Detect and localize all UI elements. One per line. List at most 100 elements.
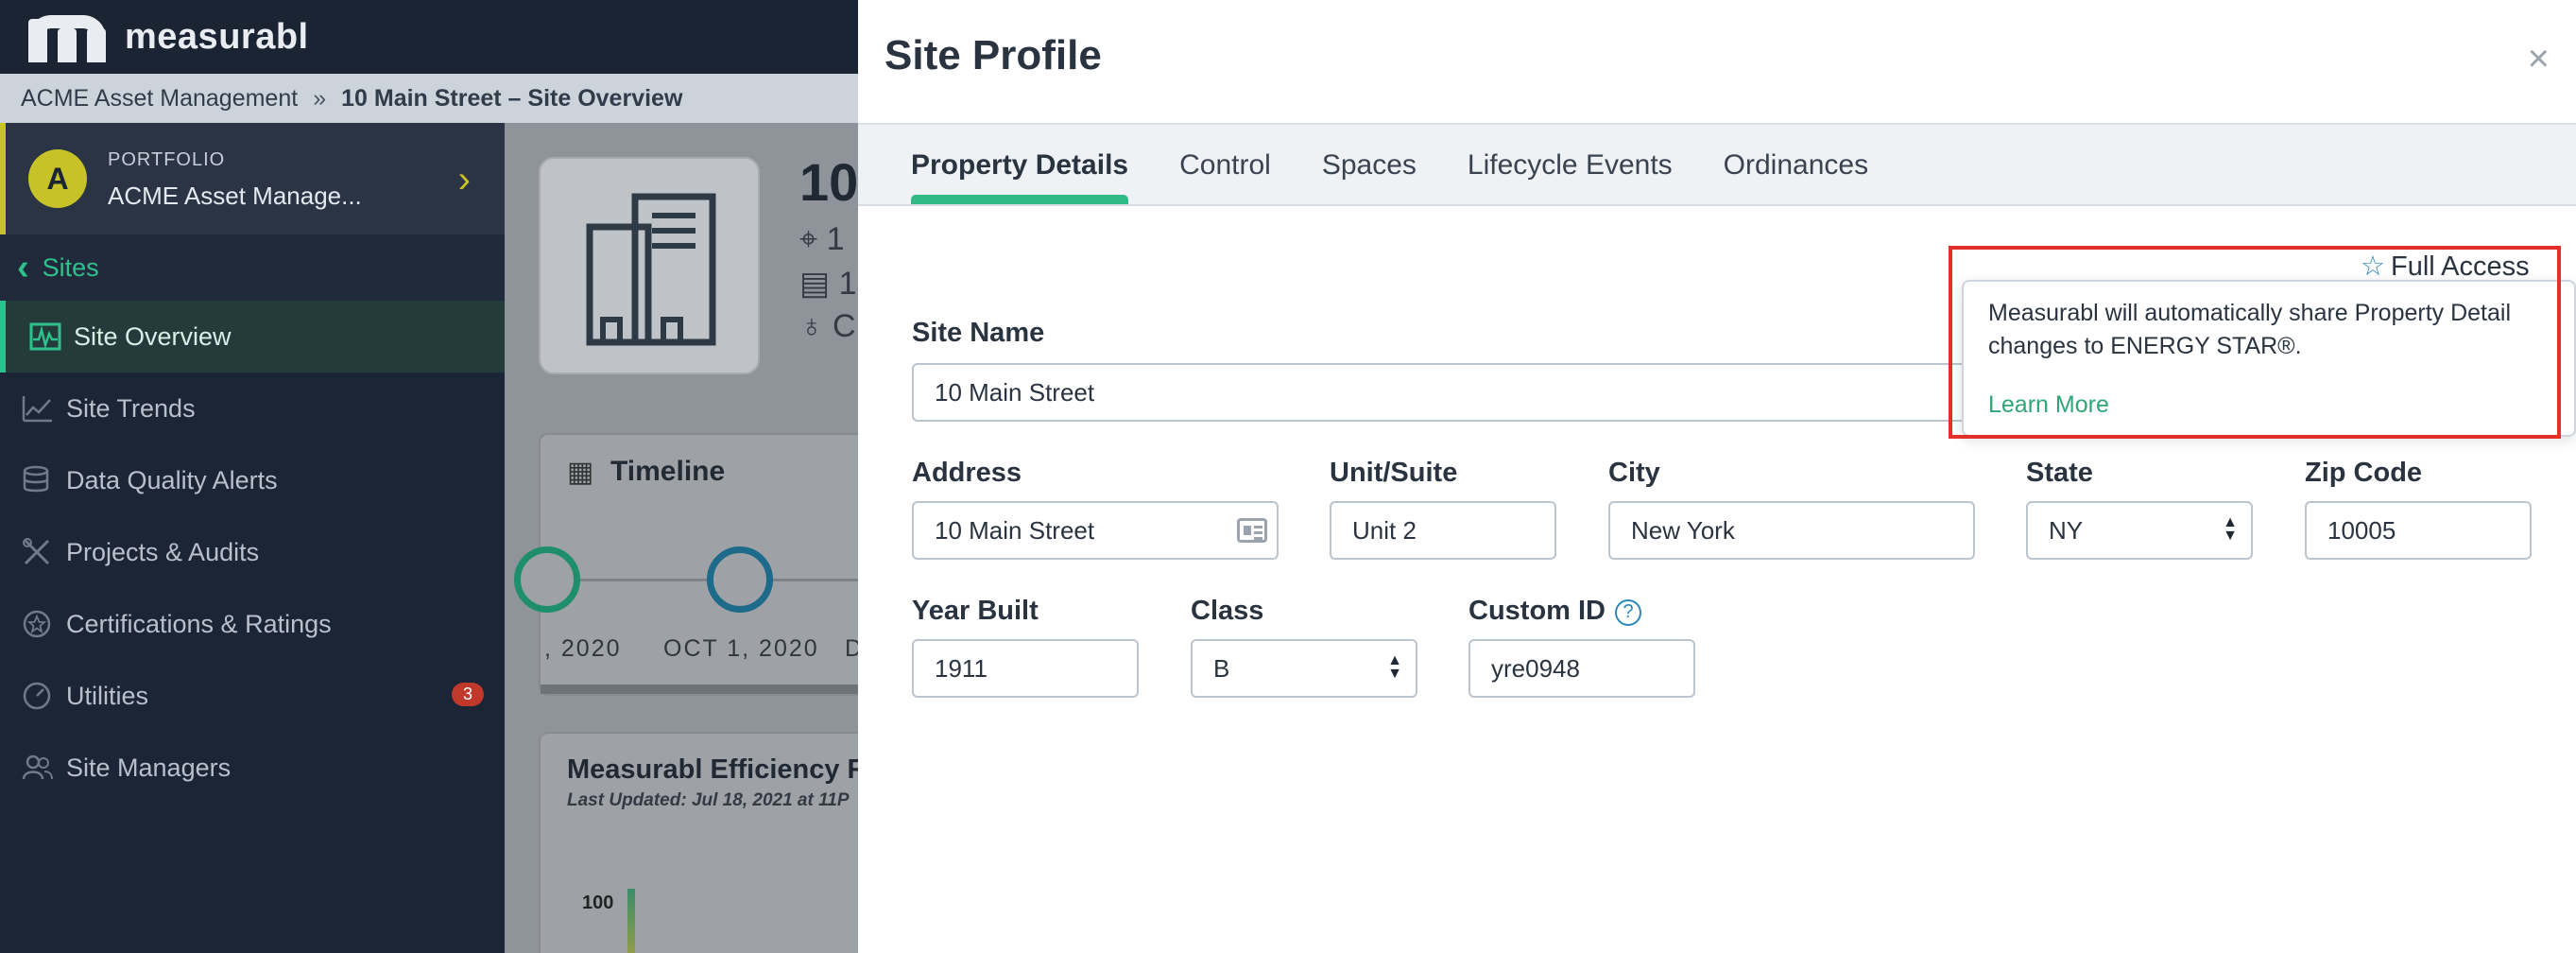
learn-more-link[interactable]: Learn More: [1988, 391, 2109, 419]
database-icon: [19, 463, 57, 497]
site-profile-modal: Site Profile × Property Details Control …: [858, 0, 2576, 953]
timeline-title: Timeline: [610, 456, 726, 487]
zip-code-field[interactable]: 10005: [2305, 501, 2532, 560]
portfolio-switcher[interactable]: A PORTFOLIO ACME Asset Manage... ›: [0, 123, 505, 234]
breadcrumb-current: 10 Main Street – Site Overview: [341, 84, 683, 112]
site-name-value: 10 Main Street: [935, 377, 1095, 407]
city-label: City: [1608, 458, 1660, 488]
year-built-value: 1911: [935, 653, 987, 683]
address-label: Address: [912, 458, 1022, 488]
breadcrumb-separator: »: [313, 84, 327, 112]
class-label: Class: [1191, 596, 1264, 626]
zip-code-label: Zip Code: [2305, 458, 2423, 488]
modal-header: Site Profile ×: [858, 0, 2576, 125]
address-value: 10 Main Street: [935, 515, 1095, 545]
full-access-button[interactable]: ☆ Full Access: [2361, 250, 2530, 283]
star-outline-icon: ☆: [2361, 251, 2385, 282]
site-name-label: Site Name: [912, 318, 1045, 348]
chevron-left-icon: ‹: [17, 247, 29, 287]
site-meta-text: 1: [826, 221, 845, 257]
energy-star-popover: Measurabl will automatically share Prope…: [1962, 280, 2576, 437]
tab-spaces[interactable]: Spaces: [1322, 125, 1417, 204]
brand-name: measurabl: [125, 16, 309, 57]
select-arrows-icon: ▲ ▼: [1387, 652, 1402, 682]
custom-id-label: Custom ID?: [1468, 596, 1641, 627]
address-field[interactable]: 10 Main Street: [912, 501, 1279, 560]
modal-title: Site Profile: [884, 32, 1102, 78]
sidebar-item-utilities[interactable]: Utilities 3: [0, 660, 505, 732]
sidebar-item-site-overview[interactable]: Site Overview: [0, 301, 505, 373]
city-value: New York: [1631, 515, 1735, 545]
address-card-icon[interactable]: [1237, 518, 1267, 543]
year-built-field[interactable]: 1911: [912, 639, 1139, 698]
utilities-count-badge: 3: [451, 683, 484, 706]
users-icon: [19, 751, 57, 785]
sidebar-item-site-managers[interactable]: Site Managers: [0, 732, 505, 804]
portfolio-name: ACME Asset Manage...: [108, 182, 362, 210]
sidebar-item-label: Site Trends: [66, 393, 196, 423]
sidebar-item-label: Data Quality Alerts: [66, 465, 278, 494]
site-name-field[interactable]: 10 Main Street: [912, 363, 2027, 422]
tab-control[interactable]: Control: [1179, 125, 1271, 204]
custom-id-value: yre0948: [1491, 653, 1580, 683]
breadcrumb-portfolio[interactable]: ACME Asset Management: [21, 85, 298, 113]
tab-lifecycle-events[interactable]: Lifecycle Events: [1468, 125, 1673, 204]
popover-message: Measurabl will automatically share Prope…: [1988, 300, 2512, 359]
efficiency-title: Measurabl Efficiency R: [567, 754, 867, 785]
tools-icon: [19, 535, 57, 569]
sidebar: A PORTFOLIO ACME Asset Manage... › ‹ Sit…: [0, 123, 505, 953]
select-arrows-icon: ▲ ▼: [2223, 514, 2238, 544]
unit-suite-label: Unit/Suite: [1330, 458, 1458, 488]
class-value: B: [1213, 653, 1230, 683]
state-value: NY: [2049, 515, 2084, 545]
site-meta-text: 1: [838, 266, 857, 302]
location-pin-icon: ⌖ 1: [799, 221, 845, 257]
tab-ordinances[interactable]: Ordinances: [1724, 125, 1868, 204]
full-access-label: Full Access: [2391, 251, 2530, 282]
sidebar-item-projects-audits[interactable]: Projects & Audits: [0, 516, 505, 588]
city-field[interactable]: New York: [1608, 501, 1975, 560]
close-icon[interactable]: ×: [2528, 38, 2550, 80]
sidebar-item-label: Projects & Audits: [66, 537, 260, 566]
sidebar-item-certifications-ratings[interactable]: Certifications & Ratings: [0, 588, 505, 660]
tab-bar: Property Details Control Spaces Lifecycl…: [858, 125, 2576, 206]
audit-event-icon[interactable]: [707, 546, 773, 613]
sidebar-item-label: Utilities: [66, 681, 149, 710]
sites-label: Sites: [42, 252, 99, 282]
calendar-icon: ▦: [567, 457, 594, 488]
sidebar-item-label: Site Overview: [74, 321, 232, 351]
state-select[interactable]: NY ▲ ▼: [2026, 501, 2253, 560]
tab-property-details[interactable]: Property Details: [911, 125, 1129, 204]
unit-suite-value: Unit 2: [1352, 515, 1417, 545]
efficiency-axis-label: 100: [582, 892, 614, 913]
building-icon: [586, 193, 716, 346]
sidebar-item-data-quality-alerts[interactable]: Data Quality Alerts: [0, 444, 505, 516]
custom-id-field[interactable]: yre0948: [1468, 639, 1695, 698]
sidebar-back-sites[interactable]: ‹ Sites: [0, 234, 505, 301]
portfolio-label: PORTFOLIO: [108, 149, 226, 170]
pulse-chart-icon: [26, 320, 64, 354]
star-badge-icon: [19, 607, 57, 641]
trend-line-icon: [19, 391, 57, 425]
measurabl-logo[interactable]: measurabl: [26, 11, 309, 62]
sidebar-item-label: Certifications & Ratings: [66, 609, 332, 638]
state-label: State: [2026, 458, 2093, 488]
efficiency-gauge-bar: [627, 889, 635, 953]
help-question-icon[interactable]: ?: [1615, 598, 1641, 626]
certification-event-icon[interactable]: [514, 546, 580, 613]
custom-id-label-text: Custom ID: [1468, 596, 1606, 626]
gauge-icon: [19, 679, 57, 713]
timeline-date: , 2020: [544, 635, 622, 662]
site-image-card: [539, 157, 760, 374]
efficiency-updated: Last Updated: Jul 18, 2021 at 11P: [567, 790, 850, 810]
logo-mark-icon: [26, 11, 108, 62]
class-select[interactable]: B ▲ ▼: [1191, 639, 1417, 698]
site-title: 10: [799, 152, 859, 212]
sidebar-item-site-trends[interactable]: Site Trends: [0, 373, 505, 444]
year-built-label: Year Built: [912, 596, 1039, 626]
lightbulb-icon: ♁ C: [799, 308, 856, 344]
unit-suite-field[interactable]: Unit 2: [1330, 501, 1556, 560]
timeline-date: OCT 1, 2020: [663, 635, 819, 662]
sidebar-item-label: Site Managers: [66, 753, 232, 782]
map-icon: ▤ 1: [799, 266, 857, 302]
